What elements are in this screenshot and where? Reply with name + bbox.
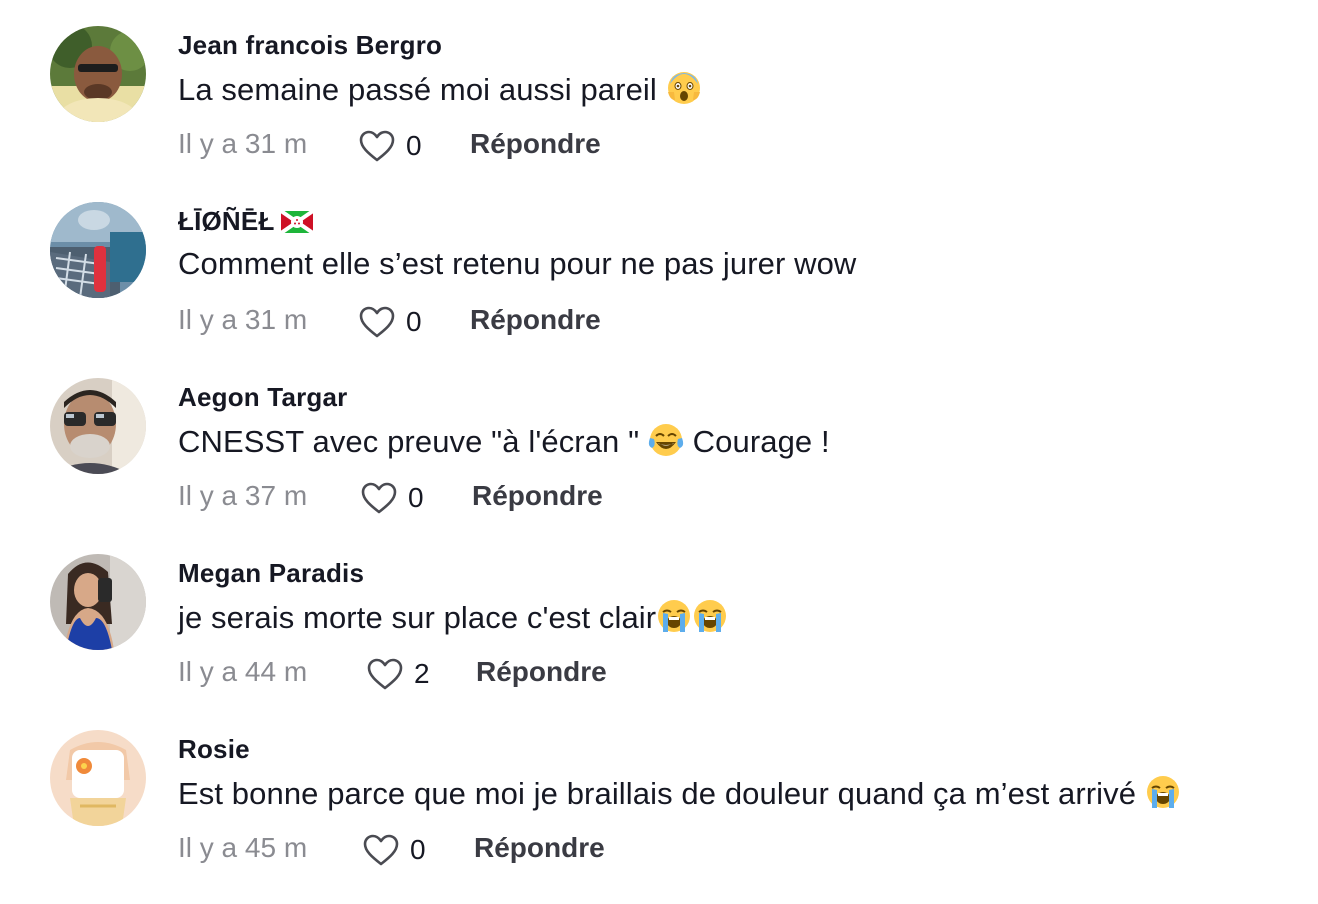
comment-text: je serais morte sur place c'est clair [178,598,728,636]
like-button[interactable]: 0 [362,830,426,870]
heart-icon [359,130,395,162]
reply-button[interactable]: Répondre [476,656,607,688]
comment-time: Il y a 45 m [178,832,308,863]
reply-button[interactable]: Répondre [474,832,605,864]
reply-button[interactable]: Répondre [470,128,601,160]
scream-emoji-icon [666,70,702,106]
comment-text: La semaine passé moi aussi pareil [178,70,702,108]
comment-username[interactable]: Rosie [178,734,250,765]
like-count: 2 [414,658,430,689]
comment-text-body: Est bonne parce que moi je braillais de … [178,776,1137,811]
like-button[interactable]: 0 [358,126,422,166]
comment-item: ŁĪØÑĒŁ Comment elle s’est retenu pour ne… [0,200,1318,376]
loudly-crying-emoji-icon [656,598,692,634]
loudly-crying-emoji-icon [692,598,728,634]
comment-username[interactable]: Jean francois Bergro [178,30,442,61]
like-count: 0 [406,130,422,161]
comment-username[interactable]: ŁĪØÑĒŁ [178,206,313,237]
comment-meta: Il y a 31 m 0 Répondre [178,126,878,166]
comment-time: Il y a 31 m [178,128,308,159]
comment-text-before: CNESST avec preuve "à l'écran " [178,424,640,459]
avatar[interactable] [50,554,146,650]
like-button[interactable]: 0 [358,302,422,342]
comment-username[interactable]: Megan Paradis [178,558,364,589]
heart-icon [367,658,403,690]
comment-time: Il y a 37 m [178,480,308,511]
like-count: 0 [410,834,426,865]
comment-list: Jean francois Bergro La semaine passé mo… [0,0,1318,900]
like-count: 0 [408,482,424,513]
comment-time: Il y a 44 m [178,656,308,687]
tears-of-joy-emoji-icon [648,422,684,458]
comment-meta: Il y a 45 m 0 Répondre [178,830,878,870]
comment-time: Il y a 31 m [178,304,308,335]
avatar[interactable] [50,26,146,122]
heart-icon [363,834,399,866]
avatar[interactable] [50,202,146,298]
comment-text-body: La semaine passé moi aussi pareil [178,72,657,107]
heart-icon [361,482,397,514]
comment-item: Megan Paradis je serais morte sur place … [0,552,1318,728]
comment-username[interactable]: Aegon Targar [178,382,348,413]
comment-meta: Il y a 31 m 0 Répondre [178,302,878,342]
comment-text: Comment elle s’est retenu pour ne pas ju… [178,246,857,281]
comment-text: CNESST avec preuve "à l'écran " Courage … [178,422,830,460]
comment-meta: Il y a 37 m 0 Répondre [178,478,878,518]
comment-item: Aegon Targar CNESST avec preuve "à l'écr… [0,376,1318,552]
like-button[interactable]: 0 [360,478,424,518]
comment-meta: Il y a 44 m 2 Répondre [178,654,878,694]
reply-button[interactable]: Répondre [472,480,603,512]
comment-item: Rosie Est bonne parce que moi je brailla… [0,728,1318,904]
reply-button[interactable]: Répondre [470,304,601,336]
comment-username-text: ŁĪØÑĒŁ [178,206,275,236]
like-button[interactable]: 2 [366,654,430,694]
heart-icon [359,306,395,338]
burundi-flag-icon [280,211,313,233]
like-count: 0 [406,306,422,337]
comment-text: Est bonne parce que moi je braillais de … [178,774,1181,812]
loudly-crying-emoji-icon [1145,774,1181,810]
comment-text-body: je serais morte sur place c'est clair [178,600,657,635]
comment-text-after: Courage ! [692,424,830,459]
avatar[interactable] [50,378,146,474]
avatar[interactable] [50,730,146,826]
comment-item: Jean francois Bergro La semaine passé mo… [0,24,1318,200]
